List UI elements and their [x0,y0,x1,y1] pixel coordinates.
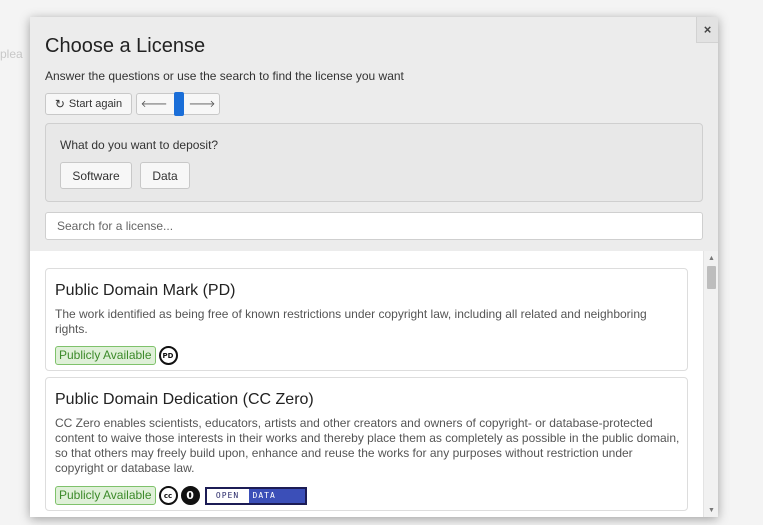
license-list-scrollbar[interactable]: ▲ ▼ [703,251,718,517]
publicly-available-badge: Publicly Available [55,486,156,505]
license-description: CC Zero enables scientists, educators, a… [55,416,680,475]
license-footer: Publicly Available PD [55,346,178,365]
refresh-icon: ↻ [54,97,65,111]
open-data-data-label: DATA [248,488,305,503]
license-title: Public Domain Dedication (CC Zero) [55,391,314,408]
license-title: Public Domain Mark (PD) [55,282,236,299]
license-card-cc-zero[interactable]: Public Domain Dedication (CC Zero) CC Ze… [45,377,688,511]
close-button[interactable]: × [696,17,718,43]
zero-icon: 0 [180,486,200,505]
modal-subtitle: Answer the questions or use the search t… [45,69,404,83]
software-option-button[interactable]: Software [60,162,132,189]
cc-icon: cc [158,486,178,505]
question-text: What do you want to deposit? [60,138,219,152]
back-arrow-button[interactable]: 🡐 [139,94,169,114]
modal-header: × Choose a License Answer the questions … [30,17,718,251]
pd-icon: PD [158,346,178,365]
start-again-label: Start again [68,98,123,110]
scrollbar-thumb[interactable] [707,266,716,289]
license-search-input[interactable] [45,212,703,240]
wizard-navigation: 🡐 🡒 [136,92,220,116]
scroll-down-arrow-icon[interactable]: ▼ [704,503,718,517]
scroll-up-arrow-icon[interactable]: ▲ [704,251,718,265]
data-option-button[interactable]: Data [140,162,190,189]
publicly-available-badge: Publicly Available [55,346,156,365]
forward-arrow-button[interactable]: 🡒 [187,94,217,114]
license-chooser-modal: × Choose a License Answer the questions … [30,17,718,517]
license-list: Public Domain Mark (PD) The work identif… [30,251,703,517]
progress-marker [174,92,184,116]
open-data-badge: OPEN DATA [204,486,307,505]
license-card-public-domain-mark[interactable]: Public Domain Mark (PD) The work identif… [45,268,688,371]
modal-title: Choose a License [45,35,206,57]
open-data-open-label: OPEN [206,488,249,503]
question-panel: What do you want to deposit? Software Da… [45,123,703,202]
start-again-button[interactable]: ↻ Start again [45,93,132,115]
license-footer: Publicly Available cc 0 OPEN DATA [55,486,307,505]
license-description: The work identified as being free of kno… [55,307,647,336]
background-text-fragment: plea [0,47,23,61]
